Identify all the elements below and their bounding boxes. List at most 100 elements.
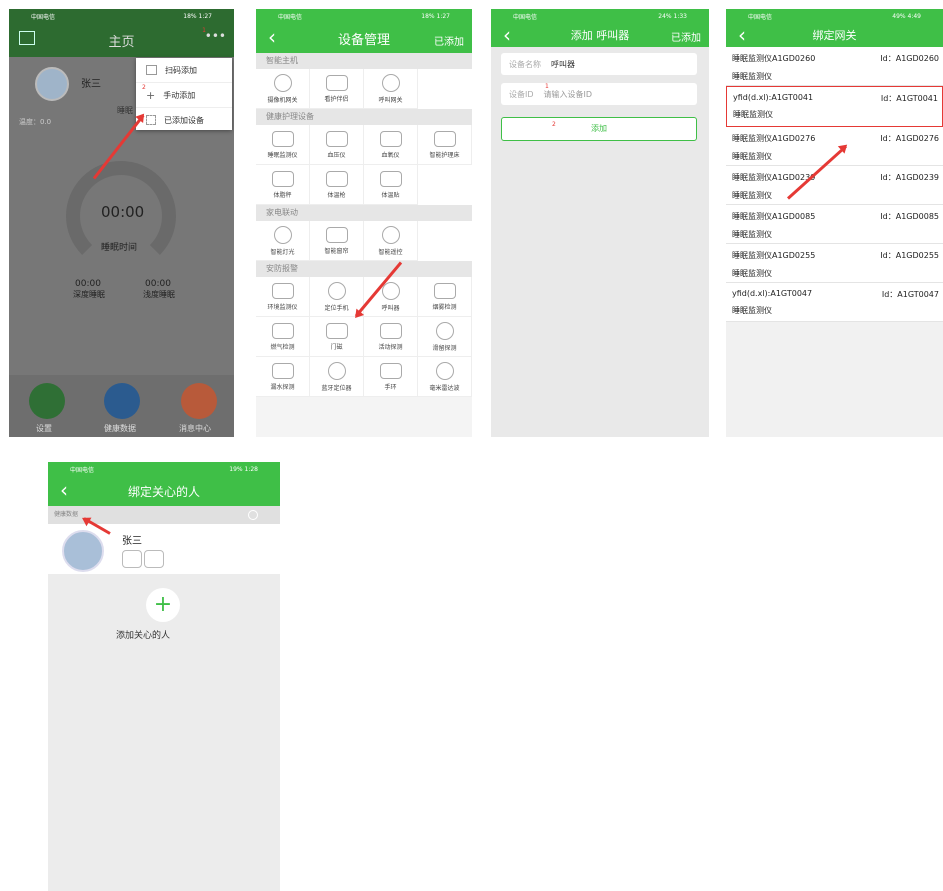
door-icon [325,322,348,339]
thermometer-icon [379,170,402,187]
device-smoke-detector[interactable]: 烟雾检测 [418,277,472,317]
device-categories: 智能主机 摄像机网关 看护伴侣 呼叫网关 健康护理设备 睡眠监测仪 血压仪 血氧… [256,53,472,397]
companion-icon [325,74,348,91]
page-title: 设备管理 [337,32,390,48]
section-title: 智能主机 [256,53,472,69]
device-smart-light[interactable]: 智能灯光 [256,221,310,261]
back-icon[interactable]: ‹ [60,478,68,502]
bottom-nav: 设置 健康数据 消息中心 [9,375,234,437]
scan-icon[interactable] [19,31,35,45]
user-name: 张三 [122,536,142,547]
device-camera-gateway[interactable]: 摄像机网关 [256,69,310,109]
list-item[interactable]: 睡眠监测仪A1GD0260 睡眠监测仪 Id：A1GD0260 [726,47,943,86]
location-icon [327,281,346,300]
water-icon [271,362,294,379]
care-person-card[interactable]: 张三 [48,524,280,574]
list-item[interactable]: 睡眠监测仪A1GD0255 睡眠监测仪 Id：A1GD0255 [726,244,943,283]
list-item[interactable]: 睡眠监测仪A1GD0085 睡眠监测仪 Id：A1GD0085 [726,205,943,244]
status-bar: 中国电信 49% 4:49 [726,9,943,23]
list-item[interactable]: 睡眠监测仪A1GD0239 睡眠监测仪 Id：A1GD0239 [726,166,943,205]
status-bar: 中国电信 18% 1:27 [256,9,472,23]
device-mmwave-radar[interactable]: 毫米雷达波 [418,357,472,397]
device-care-bed[interactable]: 智能护理床 [418,125,472,165]
bluetooth-icon [327,361,346,380]
device-id-field[interactable]: 1 设备ID 请输入设备ID [501,83,697,105]
device-smart-remote[interactable]: 智能遥控 [364,221,418,261]
section-title: 家电联动 [256,205,472,221]
page-title: 主页 [108,34,135,50]
avatar[interactable] [35,67,69,101]
device-thermo-patch[interactable]: 体温贴 [364,165,418,205]
status-bar: 中国电信 24% 1:33 [491,9,709,23]
device-smart-curtain[interactable]: 智能窗帘 [310,221,364,261]
sleep-monitor-icon [144,550,164,568]
list-item-highlighted[interactable]: yfid(d.xl):A1GT0041 睡眠监测仪 Id：A1GT0041 [726,86,943,127]
sleep-time-label: 睡眠时间 [101,243,138,253]
device-water-leak[interactable]: 漏水探测 [256,357,310,397]
thermometer-gun-icon [325,170,348,187]
device-door-sensor[interactable]: 门磁 [310,317,364,357]
device-motion-detector[interactable]: 活动探测 [364,317,418,357]
curtain-icon [325,226,348,243]
device-call-gateway[interactable]: 呼叫网关 [364,69,418,109]
device-blood-pressure[interactable]: 血压仪 [310,125,364,165]
health-data-button[interactable] [104,383,140,419]
device-gas-detector[interactable]: 燃气检测 [256,317,310,357]
added-link[interactable]: 已添加 [671,29,701,44]
device-env-monitor[interactable]: 环境监测仪 [256,277,310,317]
add-care-person-label: 添加关心的人 [116,631,171,641]
device-sleep-monitor[interactable]: 睡眠监测仪 [256,125,310,165]
device-name-field[interactable]: 设备名称 呼叫器 [501,53,697,75]
avatar[interactable] [62,530,104,572]
scale-icon [271,170,294,187]
sleep-monitor-icon [271,130,294,147]
more-icon[interactable]: ••• [205,29,226,43]
add-care-person-button[interactable]: + [146,588,180,622]
back-icon[interactable]: ‹ [503,23,511,47]
device-bt-locator[interactable]: 蓝牙定位器 [310,357,364,397]
status-bar: 中国电信 18% 1:27 [9,9,234,23]
settings-button[interactable] [29,383,65,419]
sleep-label: 睡眠 [117,106,133,115]
section-title: 安防报警 [256,261,472,277]
screen-add-caller: 中国电信 24% 1:33 ‹ 添加 呼叫器 已添加 设备名称 呼叫器 1 设备ID… [491,9,709,437]
app-bar: ‹ 绑定关心的人 [48,476,280,506]
camera-icon [273,73,292,92]
device-oximeter[interactable]: 血氧仪 [364,125,418,165]
device-body-scale[interactable]: 体脂秤 [256,165,310,205]
list-item[interactable]: yfid(d.xl):A1GT0047 睡眠监测仪 Id：A1GT0047 [726,283,943,322]
plus-icon: + [153,592,173,617]
scan-icon [146,65,157,75]
stay-icon [435,321,454,340]
added-link[interactable]: 已添加 [434,33,464,48]
search-icon[interactable] [248,510,258,520]
add-button[interactable]: 2 添加 [501,117,697,141]
sleep-time: 00:00 [101,203,145,221]
device-stay-detector[interactable]: 滑留探测 [418,317,472,357]
wristband-icon [379,362,402,379]
screen-bind-care-person: 中国电信 19% 1:28 ‹ 绑定关心的人 健康数据 张三 + 添加关心的人 [48,462,280,891]
gateway-icon [381,73,400,92]
page-title: 添加 呼叫器 [570,29,630,42]
device-wristband[interactable]: 手环 [364,357,418,397]
oximeter-icon [379,130,402,147]
gateway-icon [122,550,142,568]
message-center-button[interactable] [181,383,217,419]
page-title: 绑定关心的人 [127,484,200,499]
plus-icon: + [146,88,156,102]
device-thermo-gun[interactable]: 体温枪 [310,165,364,205]
menu-item-scan[interactable]: 扫码添加 [136,58,232,83]
screen-device-management: 中国电信 18% 1:27 ‹ 设备管理 已添加 智能主机 摄像机网关 看护伴侣 … [256,9,472,437]
env-icon [271,282,294,299]
app-bar: 主页 ••• 1 [9,23,234,57]
list-item[interactable]: 睡眠监测仪A1GD0276 睡眠监测仪 Id：A1GD0276 [726,127,943,166]
menu-item-added[interactable]: 已添加设备 [136,108,232,132]
device-care-companion[interactable]: 看护伴侣 [310,69,364,109]
remote-icon [381,225,400,244]
back-icon[interactable]: ‹ [268,25,276,49]
bed-icon [433,130,456,147]
user-name: 张三 [81,79,101,90]
back-icon[interactable]: ‹ [738,23,746,47]
radar-icon [435,361,454,380]
menu-item-manual[interactable]: 2 + 手动添加 [136,83,232,108]
